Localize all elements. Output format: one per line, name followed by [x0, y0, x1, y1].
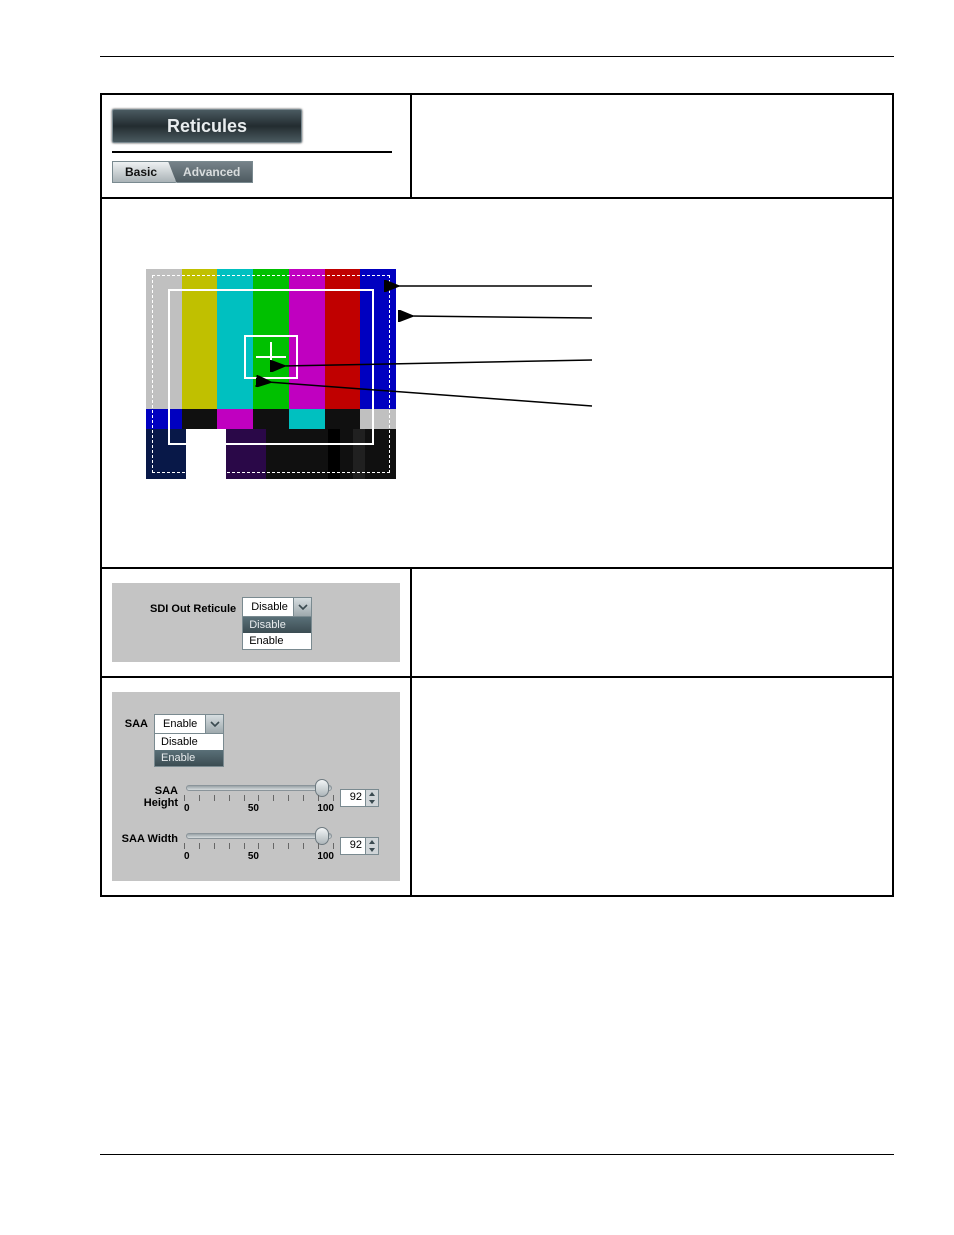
- saa-width-slider[interactable]: 0 50 100: [184, 829, 334, 863]
- chevron-down-icon[interactable]: [293, 598, 311, 616]
- saa-height-slider[interactable]: 0 50 100: [184, 781, 334, 815]
- tick-0: 0: [184, 851, 190, 862]
- saa-option-enable[interactable]: Enable: [155, 750, 223, 766]
- reticules-header-desc: [411, 94, 893, 198]
- tick-50: 50: [248, 851, 259, 862]
- spinner-down-icon[interactable]: [366, 798, 378, 806]
- saa-width-spinner[interactable]: 92: [340, 837, 379, 855]
- spinner-up-icon[interactable]: [366, 790, 378, 798]
- saa-height-value: 92: [341, 790, 365, 806]
- saa-label: SAA: [120, 718, 148, 730]
- tab-advanced[interactable]: Advanced: [168, 161, 253, 183]
- saa-width-value: 92: [341, 838, 365, 854]
- sdi-desc: [411, 568, 893, 677]
- sdi-out-dropdown[interactable]: Disable Disable Enable: [242, 597, 312, 650]
- saa-option-disable[interactable]: Disable: [155, 734, 223, 750]
- spinner-down-icon[interactable]: [366, 846, 378, 854]
- reticules-table: Reticules Basic Advanced: [100, 93, 894, 897]
- chevron-down-icon[interactable]: [205, 715, 223, 733]
- tick-50: 50: [248, 803, 259, 814]
- tick-100: 100: [317, 803, 334, 814]
- tick-0: 0: [184, 803, 190, 814]
- saa-selected: Enable: [155, 715, 205, 733]
- reticules-banner: Reticules: [112, 109, 302, 143]
- sdi-cell: SDI Out Reticule Disable Disable Enable: [101, 568, 411, 677]
- saa-width-label: SAA Width: [118, 833, 178, 845]
- reticule-crosshair: [256, 342, 286, 372]
- colorbars-preview: [146, 269, 396, 479]
- sdi-out-options: Disable Enable: [242, 617, 312, 650]
- sdi-out-selected: Disable: [243, 598, 293, 616]
- tab-basic[interactable]: Basic: [112, 161, 176, 183]
- reticules-header-cell: Reticules Basic Advanced: [101, 94, 411, 198]
- spinner-up-icon[interactable]: [366, 838, 378, 846]
- sdi-out-label: SDI Out Reticule: [150, 603, 236, 615]
- saa-height-label: SAA Height: [118, 785, 178, 809]
- sdi-out-option-enable[interactable]: Enable: [243, 633, 311, 649]
- saa-desc: [411, 677, 893, 896]
- preview-cell: [101, 198, 893, 568]
- sdi-out-option-disable[interactable]: Disable: [243, 617, 311, 633]
- saa-height-spinner[interactable]: 92: [340, 789, 379, 807]
- saa-cell: SAA Enable Disable Enable: [101, 677, 411, 896]
- tabs: Basic Advanced: [112, 161, 400, 183]
- saa-dropdown[interactable]: Enable Disable Enable: [154, 714, 224, 767]
- callout-arrow: [382, 276, 602, 456]
- saa-options: Disable Enable: [154, 734, 224, 767]
- tick-100: 100: [317, 851, 334, 862]
